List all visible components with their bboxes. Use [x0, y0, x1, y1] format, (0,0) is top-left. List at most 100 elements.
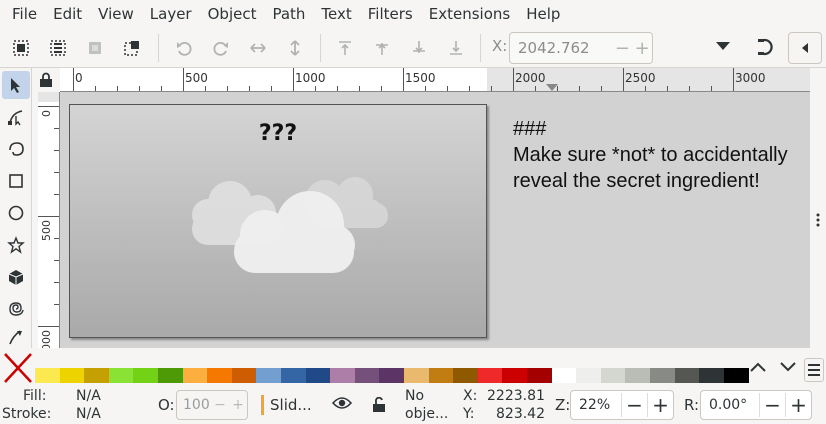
palette-scroll-down-button[interactable] [777, 356, 799, 378]
layer-lock-icon[interactable] [372, 396, 386, 417]
palette-swatch[interactable] [133, 368, 159, 383]
opacity-increment-button[interactable]: + [229, 397, 247, 413]
rotate-cw-button[interactable]: + [785, 393, 811, 417]
clouds-image[interactable] [170, 175, 390, 275]
selector-tool-icon[interactable] [2, 71, 30, 99]
palette-menu-button[interactable] [804, 358, 824, 382]
menu-edit[interactable]: Edit [45, 0, 90, 28]
palette-swatch[interactable] [551, 368, 577, 383]
palette-swatch[interactable] [453, 368, 479, 383]
ruler-tick [293, 68, 294, 91]
palette-scroll-up-button[interactable] [747, 356, 769, 378]
deselect-icon[interactable] [83, 36, 107, 60]
flip-vertical-icon[interactable] [283, 36, 307, 60]
tweak-tool-icon[interactable] [2, 135, 30, 163]
stroke-value[interactable]: N/A [76, 406, 101, 422]
zoom-value[interactable]: 22% [571, 397, 621, 413]
palette-swatch[interactable] [674, 368, 700, 383]
fill-value[interactable]: N/A [76, 388, 101, 404]
slide-page[interactable]: ??? [69, 104, 487, 338]
opacity-field[interactable]: 100 − + [176, 390, 248, 420]
node-tool-icon[interactable] [2, 103, 30, 131]
menu-layer[interactable]: Layer [142, 0, 200, 28]
palette-swatch[interactable] [256, 368, 282, 383]
palette-swatch[interactable] [527, 368, 552, 383]
pencil-tool-icon[interactable] [2, 327, 30, 347]
star-tool-icon[interactable] [2, 231, 30, 259]
palette-swatch[interactable] [477, 368, 503, 383]
menu-filters[interactable]: Filters [360, 0, 421, 28]
redo-icon[interactable] [209, 36, 233, 60]
opacity-decrement-button[interactable]: − [211, 397, 229, 413]
palette-swatch[interactable] [723, 368, 749, 383]
zoom-in-button[interactable]: + [647, 393, 673, 417]
drawing-canvas[interactable]: ??? ### Make sure *not* to accidentally re… [60, 92, 810, 348]
horizontal-ruler[interactable]: 0 500 1000 1500 2000 2500 3000 [60, 68, 810, 92]
rotation-field[interactable]: 0.00° − + [700, 390, 812, 420]
dock-grip-handle[interactable] [810, 92, 826, 348]
menu-text[interactable]: Text [313, 0, 359, 28]
palette-swatch[interactable] [576, 368, 602, 383]
palette-swatch[interactable] [108, 368, 134, 383]
palette-swatch[interactable] [428, 368, 454, 383]
palette-swatch[interactable] [182, 368, 208, 383]
palette-swatch[interactable] [625, 368, 651, 383]
palette-swatch[interactable] [84, 368, 110, 383]
vertical-ruler[interactable]: 0 500 1000 [38, 92, 60, 348]
palette-swatch[interactable] [281, 368, 306, 383]
ellipse-tool-icon[interactable] [2, 199, 30, 227]
zoom-out-button[interactable]: − [621, 393, 647, 417]
palette-swatch[interactable] [305, 368, 331, 383]
palette-swatch[interactable] [59, 368, 85, 383]
palette-swatch[interactable] [207, 368, 233, 383]
lower-to-bottom-icon[interactable] [444, 36, 468, 60]
no-paint-swatch[interactable] [3, 352, 33, 384]
note-line: ### [513, 118, 547, 140]
palette-swatch[interactable] [158, 368, 183, 383]
x-increment-button[interactable]: + [632, 38, 652, 59]
palette-swatch[interactable] [650, 368, 675, 383]
x-decrement-button[interactable]: − [613, 38, 633, 59]
menu-path[interactable]: Path [264, 0, 313, 28]
palette-swatch[interactable] [354, 368, 380, 383]
menu-file[interactable]: File [4, 0, 45, 28]
palette-swatch[interactable] [35, 368, 60, 383]
rotation-value[interactable]: 0.00° [701, 397, 759, 413]
flip-horizontal-icon[interactable] [246, 36, 270, 60]
note-text[interactable]: ### Make sure *not* to accidentally reveal… [513, 116, 788, 194]
rotate-ccw-button[interactable]: − [759, 393, 785, 417]
select-all-icon[interactable] [9, 36, 33, 60]
palette-swatch[interactable] [330, 368, 356, 383]
layer-visibility-icon[interactable] [331, 396, 353, 414]
lower-icon[interactable] [407, 36, 431, 60]
spiral-tool-icon[interactable] [2, 295, 30, 323]
menu-object[interactable]: Object [200, 0, 265, 28]
zoom-field[interactable]: 22% − + [570, 390, 674, 420]
select-all-layers-icon[interactable] [46, 36, 70, 60]
rectangle-tool-icon[interactable] [2, 167, 30, 195]
opacity-value[interactable]: 100 [177, 397, 211, 413]
toolbar-overflow-dropdown-icon[interactable] [716, 42, 730, 50]
menu-view[interactable]: View [90, 0, 142, 28]
guide-lock-icon[interactable] [32, 68, 60, 92]
collapse-panel-button[interactable] [788, 32, 822, 64]
palette-swatch[interactable] [600, 368, 626, 383]
snap-toggle-icon[interactable] [756, 36, 778, 58]
raise-to-top-icon[interactable] [333, 36, 357, 60]
x-coordinate-field[interactable]: 2042.762 − + [509, 32, 653, 64]
chevron-up-icon [750, 362, 766, 372]
palette-swatch[interactable] [379, 368, 405, 383]
page-title-text[interactable]: ??? [70, 121, 486, 146]
palette-swatch[interactable] [502, 368, 528, 383]
palette-swatch[interactable] [231, 368, 257, 383]
x-coordinate-value[interactable]: 2042.762 [510, 39, 613, 57]
menu-help[interactable]: Help [518, 0, 568, 28]
3d-box-tool-icon[interactable] [2, 263, 30, 291]
current-layer-name[interactable]: Slid... [270, 396, 312, 414]
menu-extensions[interactable]: Extensions [421, 0, 518, 28]
palette-swatch[interactable] [699, 368, 725, 383]
select-same-icon[interactable] [120, 36, 144, 60]
palette-swatch[interactable] [404, 368, 429, 383]
raise-icon[interactable] [370, 36, 394, 60]
undo-icon[interactable] [172, 36, 196, 60]
